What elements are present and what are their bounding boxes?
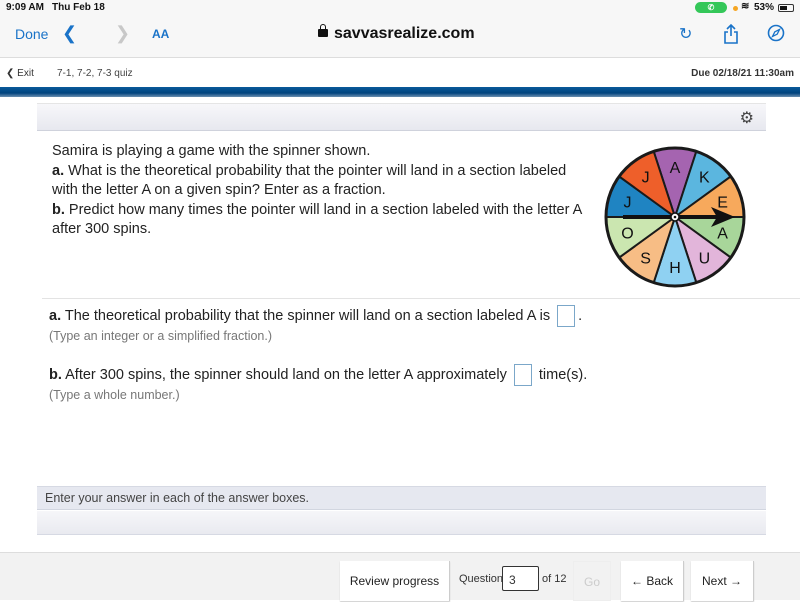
problem-statement: Samira is playing a game with the spinne… bbox=[52, 142, 582, 240]
answer-a-suffix: . bbox=[578, 307, 583, 324]
answer-a-line: a. The theoretical probability that the … bbox=[49, 305, 749, 327]
reload-icon[interactable]: ↻ bbox=[679, 24, 692, 44]
problem-part-b: b. Predict how many times the pointer wi… bbox=[52, 201, 582, 240]
url-bar[interactable]: savvasrealize.com bbox=[318, 24, 475, 43]
status-bar: 9:09 AM Thu Feb 18 ✆ ≋ 53% bbox=[0, 0, 800, 16]
next-button[interactable]: Next → bbox=[691, 561, 754, 601]
url-text: savvasrealize.com bbox=[334, 25, 475, 42]
share-icon[interactable] bbox=[723, 23, 739, 49]
due-date: Due 02/18/21 11:30am bbox=[691, 68, 794, 79]
help-bar-lower bbox=[37, 511, 766, 535]
spinner-hub-dot bbox=[673, 215, 677, 219]
spinner-section-label: E bbox=[717, 195, 728, 212]
compass-icon[interactable] bbox=[767, 24, 785, 47]
assignment-header: ❮ Exit 7-1, 7-2, 7-3 quiz Due 02/18/21 1… bbox=[0, 59, 800, 87]
browser-toolbar: Done ❮ ❯ AA savvasrealize.com ↻ bbox=[0, 16, 800, 58]
problem-intro: Samira is playing a game with the spinne… bbox=[52, 143, 371, 159]
answer-a-hint: (Type an integer or a simplified fractio… bbox=[49, 329, 273, 343]
spinner-section-label: J bbox=[623, 195, 631, 212]
review-progress-button[interactable]: Review progress bbox=[340, 561, 450, 601]
quiz-title: 7-1, 7-2, 7-3 quiz bbox=[57, 68, 133, 79]
spinner-section-label: O bbox=[621, 225, 633, 242]
gear-icon[interactable]: ⚙ bbox=[740, 108, 754, 128]
spinner-section-label: H bbox=[669, 260, 681, 277]
help-bar: Enter your answer in each of the answer … bbox=[37, 486, 766, 510]
exit-label: Exit bbox=[17, 68, 34, 79]
lock-icon bbox=[318, 24, 328, 37]
back-button[interactable]: ← Back bbox=[621, 561, 684, 601]
question-total: of 12 bbox=[542, 573, 567, 585]
answer-a-label: a. bbox=[49, 307, 62, 324]
battery-icon bbox=[778, 4, 794, 12]
spinner-section-label: U bbox=[699, 250, 711, 267]
answer-a-text: The theoretical probability that the spi… bbox=[61, 307, 551, 324]
chevron-left-icon[interactable]: ❮ bbox=[62, 23, 77, 44]
battery-percent: 53% bbox=[754, 2, 775, 13]
answer-b-text: After 300 spins, the spinner should land… bbox=[61, 366, 507, 383]
answer-a-input[interactable] bbox=[557, 305, 576, 327]
done-button[interactable]: Done bbox=[15, 26, 48, 42]
phone-icon[interactable]: ✆ bbox=[695, 2, 727, 13]
question-label: Question bbox=[459, 573, 504, 585]
chevron-right-icon[interactable]: ❯ bbox=[115, 23, 130, 44]
part-a-text: What is the theoretical probability that… bbox=[52, 162, 567, 199]
part-b-text: Predict how many times the pointer will … bbox=[52, 201, 582, 238]
go-button[interactable]: Go bbox=[573, 561, 611, 601]
mic-indicator-icon bbox=[733, 6, 738, 11]
spinner-image: AKEAUHSOJJ bbox=[604, 146, 746, 288]
exit-button[interactable]: ❮ Exit bbox=[6, 68, 34, 79]
answer-b-input[interactable] bbox=[513, 364, 532, 386]
spinner-section-label: J bbox=[642, 170, 650, 187]
spinner-section-label: A bbox=[670, 160, 681, 177]
divider bbox=[42, 298, 800, 299]
part-a-label: a. bbox=[52, 162, 65, 179]
text-size-button[interactable]: AA bbox=[152, 27, 169, 41]
footer-nav: Review progress Question 3 of 12 Go ← Ba… bbox=[0, 552, 800, 601]
answer-b-label: b. bbox=[49, 366, 62, 383]
spinner-section-label: S bbox=[640, 250, 651, 267]
status-time: 9:09 AM bbox=[6, 2, 44, 13]
spinner-section-label: A bbox=[717, 225, 728, 242]
answer-b-hint: (Type a whole number.) bbox=[49, 388, 180, 402]
header-divider bbox=[0, 87, 800, 97]
answer-b-suffix: time(s). bbox=[538, 366, 588, 383]
answer-area: a. The theoretical probability that the … bbox=[49, 305, 749, 403]
problem-part-a: a. What is the theoretical probability t… bbox=[52, 162, 582, 201]
answer-b-line: b. After 300 spins, the spinner should l… bbox=[49, 364, 749, 386]
part-b-label: b. bbox=[52, 201, 65, 218]
status-date: Thu Feb 18 bbox=[52, 2, 105, 13]
wifi-icon: ≋ bbox=[741, 1, 750, 12]
question-number-input[interactable]: 3 bbox=[502, 566, 539, 591]
spinner-section-label: K bbox=[699, 170, 710, 187]
question-header: ⚙ bbox=[37, 103, 766, 131]
